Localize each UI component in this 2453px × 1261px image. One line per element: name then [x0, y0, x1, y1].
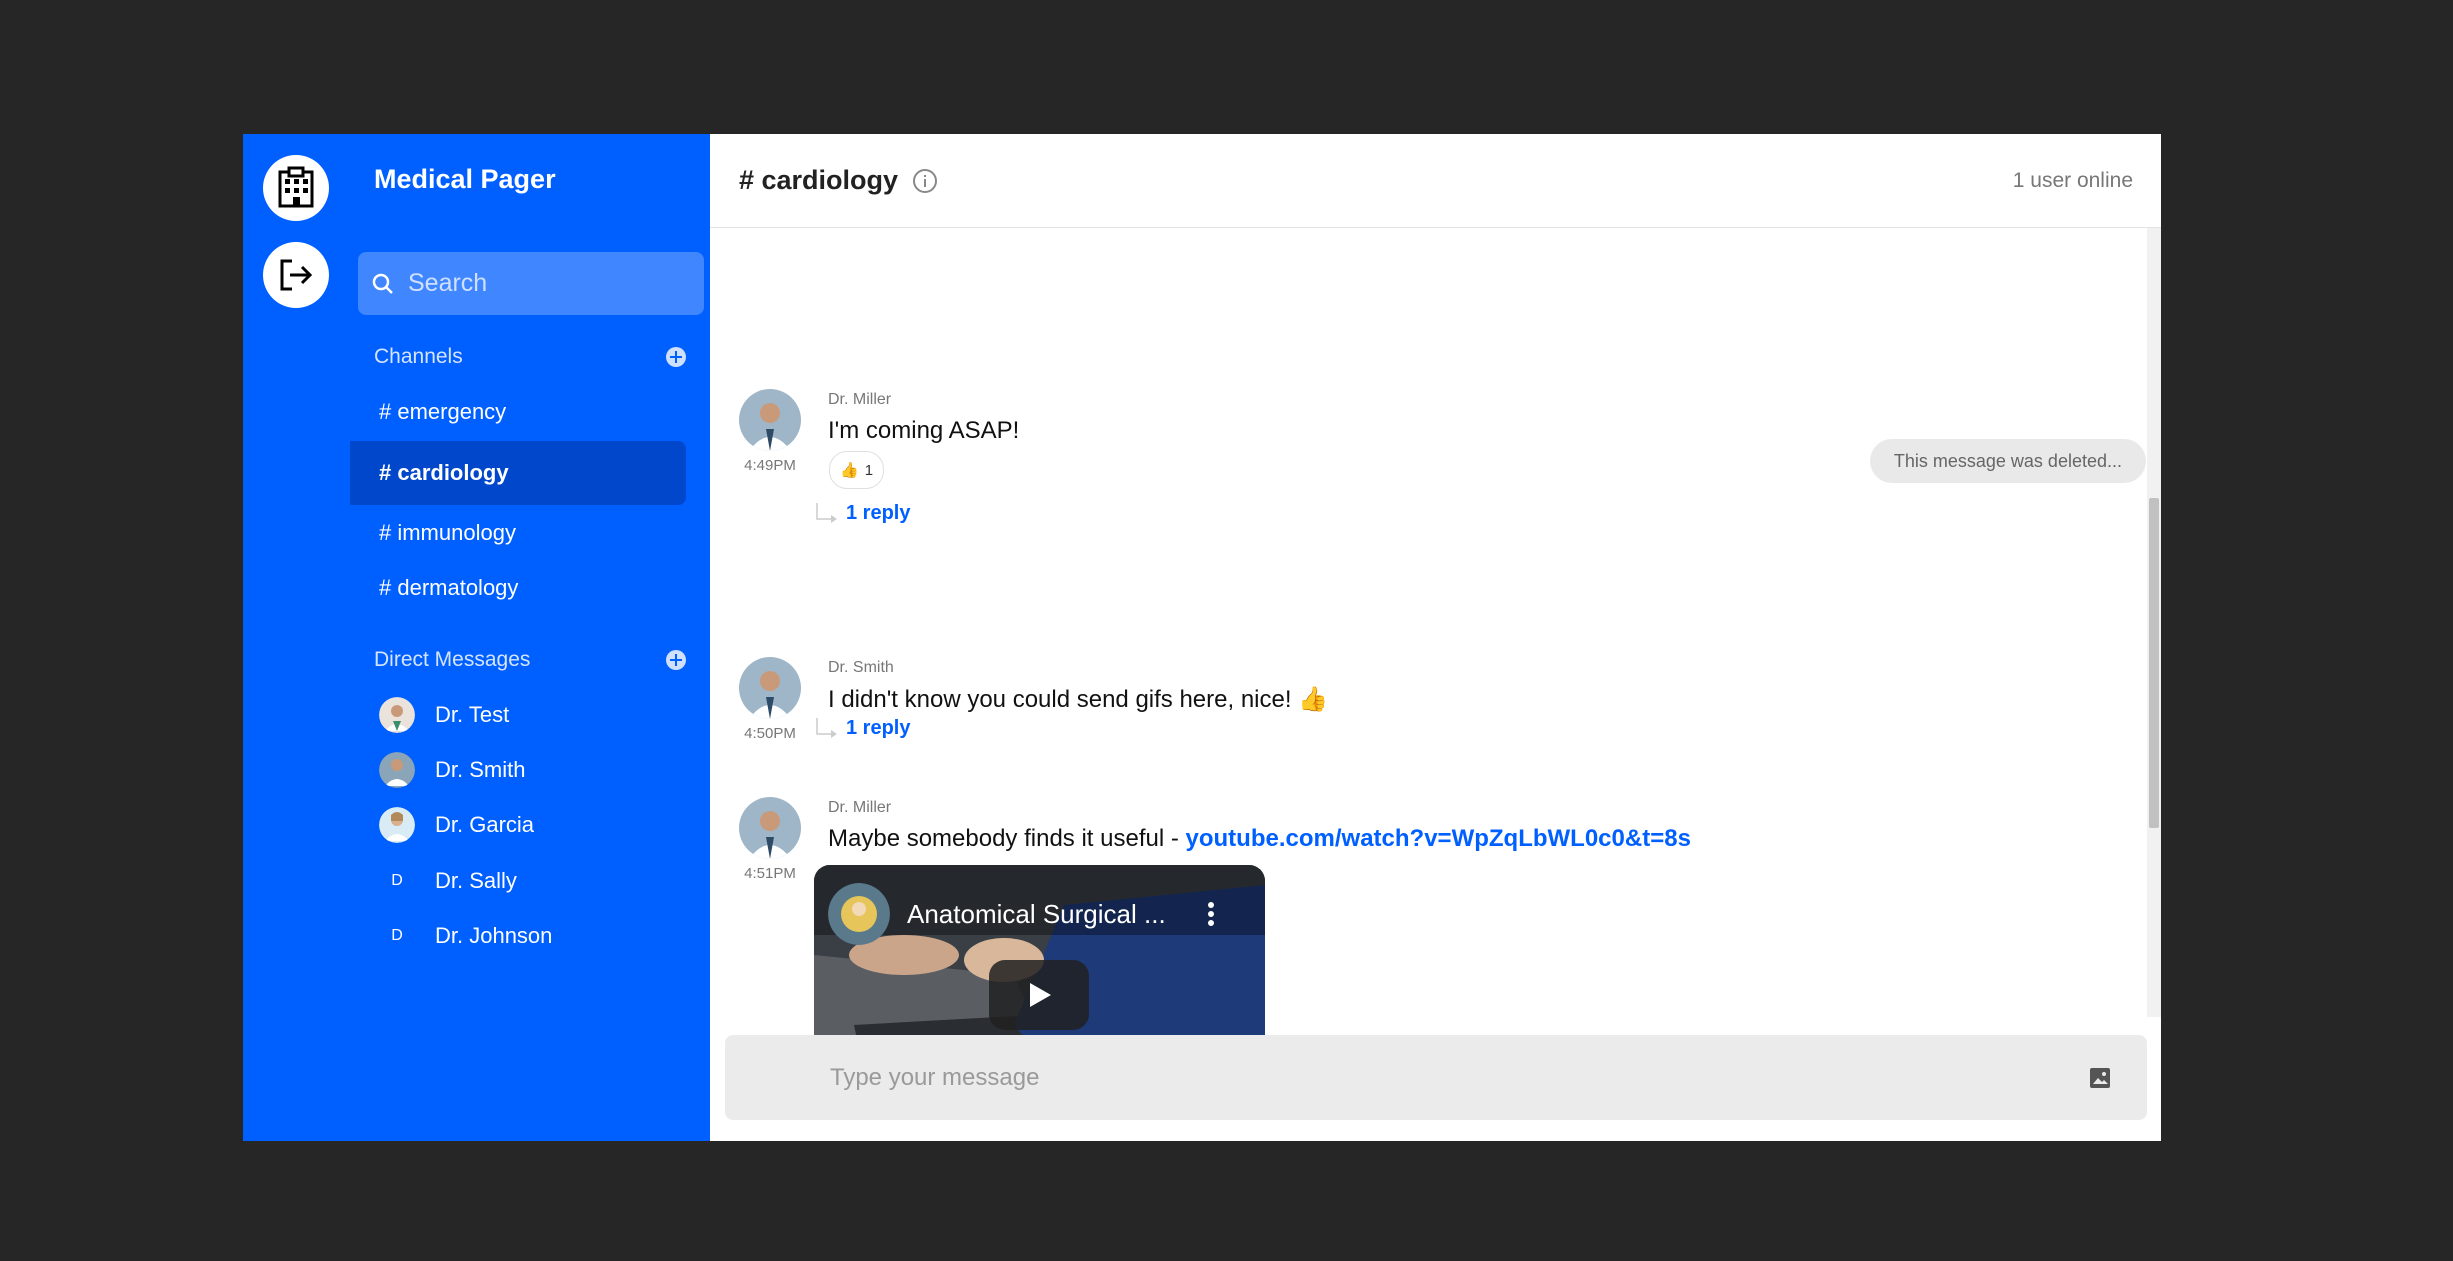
dm-item-dr-johnson[interactable]: D Dr. Johnson — [379, 916, 552, 956]
message-list: 4:49PM Dr. Miller I'm coming ASAP! 👍 1 1… — [710, 228, 2161, 1141]
reply-count: 1 reply — [846, 502, 911, 524]
deleted-message: This message was deleted... — [1869, 439, 2146, 483]
channel-emergency[interactable]: # emergency — [350, 380, 686, 444]
logout-icon[interactable] — [263, 242, 329, 308]
message-text: Maybe somebody finds it useful - youtube… — [828, 825, 1691, 853]
reaction-badge[interactable]: 👍 1 — [829, 451, 885, 489]
dm-item-dr-test[interactable]: Dr. Test — [379, 695, 509, 735]
avatar — [379, 697, 415, 733]
info-icon[interactable] — [912, 168, 938, 194]
avatar — [739, 389, 801, 451]
dm-name: Dr. Johnson — [435, 923, 553, 948]
message-time: 4:49PM — [744, 457, 796, 474]
reaction-count: 1 — [864, 461, 874, 479]
reply-count: 1 reply — [846, 717, 911, 739]
app-window: Medical Pager Channels # emergency # car… — [243, 134, 2161, 1141]
channel-label: # emergency — [379, 399, 507, 424]
dm-item-dr-garcia[interactable]: Dr. Garcia — [379, 805, 534, 845]
dm-name: Dr. Smith — [435, 757, 526, 782]
thumbs-up-icon: 👍 — [840, 462, 859, 479]
video-channel-avatar — [828, 883, 890, 945]
avatar — [739, 657, 801, 719]
avatar — [379, 807, 415, 843]
dm-item-dr-sally[interactable]: D Dr. Sally — [379, 861, 517, 901]
channels-heading: Channels — [374, 345, 463, 368]
reply-arrow-icon — [816, 717, 837, 738]
app-title: Medical Pager — [374, 164, 556, 194]
avatar — [379, 752, 415, 788]
dm-name: Dr. Sally — [435, 868, 517, 893]
dm-header: Direct Messages — [374, 643, 686, 677]
channel-cardiology[interactable]: # cardiology — [350, 441, 686, 505]
online-count: 1 user online — [2012, 168, 2133, 192]
chat-main: # cardiology 1 user online 4:49PM Dr. Mi… — [710, 134, 2161, 1141]
message-author: Dr. Miller — [828, 799, 892, 816]
sidebar: Medical Pager Channels # emergency # car… — [350, 134, 710, 1141]
reply-arrow-icon — [816, 502, 837, 523]
reply-link[interactable]: 1 reply — [814, 502, 910, 525]
play-icon — [1030, 983, 1051, 1007]
avatar — [739, 797, 801, 859]
channels-header: Channels — [374, 340, 686, 374]
hospital-icon[interactable] — [263, 155, 329, 221]
scroll-thumb[interactable] — [2149, 498, 2159, 828]
message-input[interactable] — [828, 1062, 2012, 1093]
avatar: D — [391, 927, 403, 944]
search-icon — [372, 273, 393, 294]
add-dm-icon[interactable] — [666, 650, 686, 670]
dm-name: Dr. Test — [435, 702, 510, 727]
channel-label: # immunology — [379, 520, 516, 545]
message-author: Dr. Smith — [828, 659, 894, 676]
reply-link[interactable]: 1 reply — [814, 717, 910, 740]
message-time: 4:50PM — [744, 725, 796, 742]
channel-header: # cardiology 1 user online — [710, 134, 2161, 228]
dm-heading: Direct Messages — [374, 648, 531, 671]
message-text: I'm coming ASAP! — [828, 417, 1020, 444]
message-author: Dr. Miller — [828, 391, 892, 408]
message-composer — [725, 1035, 2147, 1120]
message-body: Maybe somebody finds it useful - — [828, 825, 1186, 852]
message-text: I didn't know you could send gifs here, … — [828, 686, 1329, 713]
channel-title: # cardiology — [739, 165, 899, 195]
play-button[interactable] — [989, 960, 1089, 1030]
message-time: 4:51PM — [744, 865, 796, 882]
scrollbar[interactable] — [2147, 228, 2161, 1017]
dm-item-dr-smith[interactable]: Dr. Smith — [379, 750, 525, 790]
icon-rail — [243, 134, 350, 1141]
more-vertical-icon[interactable] — [1207, 901, 1215, 927]
search-input[interactable] — [406, 268, 690, 299]
youtube-link[interactable]: youtube.com/watch?v=WpZqLbWL0c0&t=8s — [1186, 825, 1691, 852]
image-upload-icon[interactable] — [2089, 1067, 2111, 1089]
add-channel-icon[interactable] — [666, 347, 686, 367]
channel-dermatology[interactable]: # dermatology — [350, 556, 686, 620]
channel-label: # cardiology — [379, 460, 509, 485]
dm-name: Dr. Garcia — [435, 812, 535, 837]
video-title: Anatomical Surgical ... — [907, 899, 1166, 929]
channel-label: # dermatology — [379, 575, 519, 600]
avatar: D — [391, 872, 403, 889]
search-box[interactable] — [358, 252, 704, 315]
